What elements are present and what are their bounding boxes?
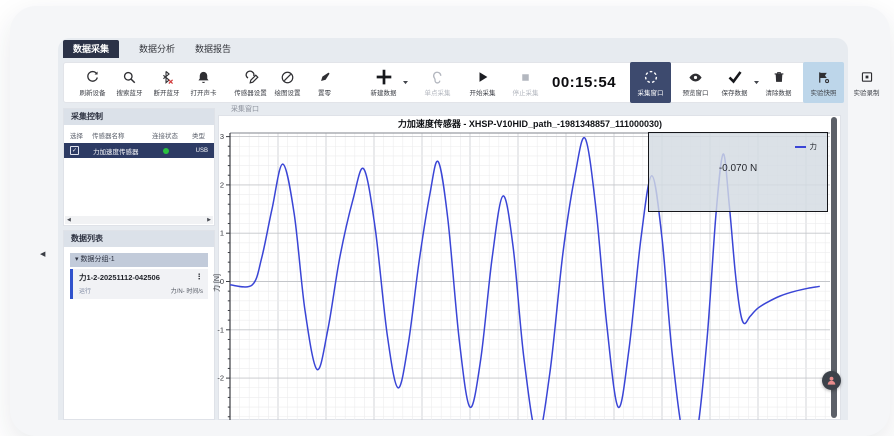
data-group-bar[interactable]: ▾ 数据分组-1	[70, 253, 208, 267]
data-list-header: 数据列表	[64, 231, 214, 247]
tab-data-collection[interactable]: 数据采集	[63, 40, 119, 58]
sensor-table-header: 选择 传感器名称 连接状态 类型	[64, 125, 214, 143]
disconnect-bluetooth-button[interactable]: 断开蓝牙	[148, 62, 185, 103]
item-menu-icon[interactable]: ⋮	[196, 272, 204, 283]
trash-icon	[772, 69, 786, 86]
tab-data-report[interactable]: 数据报告	[185, 40, 241, 58]
chart-title: 力加速度传感器 - XHSP-V10HID_path_-1981348857_1…	[230, 117, 830, 130]
plus-icon	[375, 69, 393, 86]
annotation-box[interactable]: -0.070 N 力	[648, 132, 828, 212]
sensor-settings-icon	[243, 69, 259, 86]
save-data-button[interactable]: 保存数据	[716, 62, 753, 103]
horizontal-scrollbar[interactable]: ◀ ▶	[65, 216, 213, 224]
sensor-settings-button[interactable]: 传感器设置	[232, 62, 269, 103]
data-list-item[interactable]: 力1-2-20251112-042506 ⋮ 运行 力/N- 时间/s	[70, 269, 208, 299]
tab-data-analysis[interactable]: 数据分析	[129, 40, 185, 58]
experiment-snapshot-button[interactable]: 实验快照	[803, 62, 844, 103]
open-soundcard-button[interactable]: 打开声卡	[185, 62, 222, 103]
experiment-record-button[interactable]: 实验录制	[848, 62, 885, 103]
sensor-checkbox[interactable]: ✓	[70, 146, 79, 155]
pen-icon	[318, 69, 332, 86]
panel-collapse-arrow[interactable]: ◀	[40, 250, 45, 258]
record-icon	[860, 69, 874, 86]
clear-data-button[interactable]: 清除数据	[760, 62, 797, 103]
sensor-type: USB	[169, 148, 208, 154]
bell-icon	[196, 69, 211, 86]
chevron-down-icon	[402, 80, 409, 85]
eye-icon	[688, 69, 703, 86]
collection-control-panel: 采集控制 选择 传感器名称 连接状态 类型 ✓ 力加速度传感器 USB ◀ ▶	[63, 108, 215, 226]
chart-legend: 力	[795, 141, 818, 152]
search-bluetooth-button[interactable]: 搜索蓝牙	[111, 62, 148, 103]
data-item-axes: 力/N- 时间/s	[171, 286, 203, 295]
data-item-state: 运行	[79, 286, 91, 295]
sensor-table-row[interactable]: ✓ 力加速度传感器 USB	[64, 143, 214, 158]
play-icon	[476, 69, 490, 86]
data-list-panel: 数据列表 ▾ 数据分组-1 力1-2-20251112-042506 ⋮ 运行 …	[63, 230, 215, 420]
legend-label: 力	[810, 141, 818, 152]
ear-icon	[430, 69, 445, 86]
sensor-name: 力加速度传感器	[93, 146, 153, 156]
collection-timer: 00:15:54	[552, 74, 616, 91]
stop-icon	[519, 69, 532, 86]
person-icon	[826, 375, 837, 386]
search-icon	[122, 69, 137, 86]
single-point-collect-button[interactable]: 单点采集	[419, 62, 456, 103]
start-collect-button[interactable]: 开始采集	[464, 62, 501, 103]
save-data-dropdown[interactable]	[753, 62, 760, 103]
new-data-button[interactable]: 新建数据	[365, 62, 402, 103]
check-icon	[727, 69, 743, 86]
stop-collect-button[interactable]: 停止采集	[507, 62, 544, 103]
capture-window-button[interactable]: 采集窗口	[630, 62, 671, 103]
preview-window-button[interactable]: 预览窗口	[677, 62, 714, 103]
chevron-down-icon	[753, 80, 760, 85]
bluetooth-disconnect-icon	[159, 69, 174, 86]
scroll-right-arrow[interactable]: ▶	[207, 216, 211, 224]
refresh-icon	[85, 69, 100, 86]
refresh-device-button[interactable]: 刷新设备	[74, 62, 111, 103]
data-item-title: 力1-2-20251112-042506	[79, 272, 160, 283]
formula-calc-button[interactable]: 公式计算	[889, 62, 894, 103]
dashed-circle-icon	[643, 69, 659, 86]
flag-pointer-icon	[816, 69, 831, 86]
capture-window-corner-label: 采集窗口	[231, 104, 259, 114]
annotation-value: -0.070 N	[649, 163, 827, 174]
zero-button[interactable]: 置零	[306, 62, 343, 103]
toolbar: 刷新设备 搜索蓝牙 断开蓝牙 打开声卡 传感器设置 绘图设置 置零 新建数据 单…	[63, 62, 841, 103]
compass-icon	[280, 69, 295, 86]
scroll-left-arrow[interactable]: ◀	[67, 216, 71, 224]
legend-line-swatch	[795, 146, 806, 148]
plot-settings-button[interactable]: 绘图设置	[269, 62, 306, 103]
assistant-bubble[interactable]	[822, 371, 841, 390]
collection-control-header: 采集控制	[64, 109, 214, 125]
new-data-dropdown[interactable]	[402, 62, 409, 103]
